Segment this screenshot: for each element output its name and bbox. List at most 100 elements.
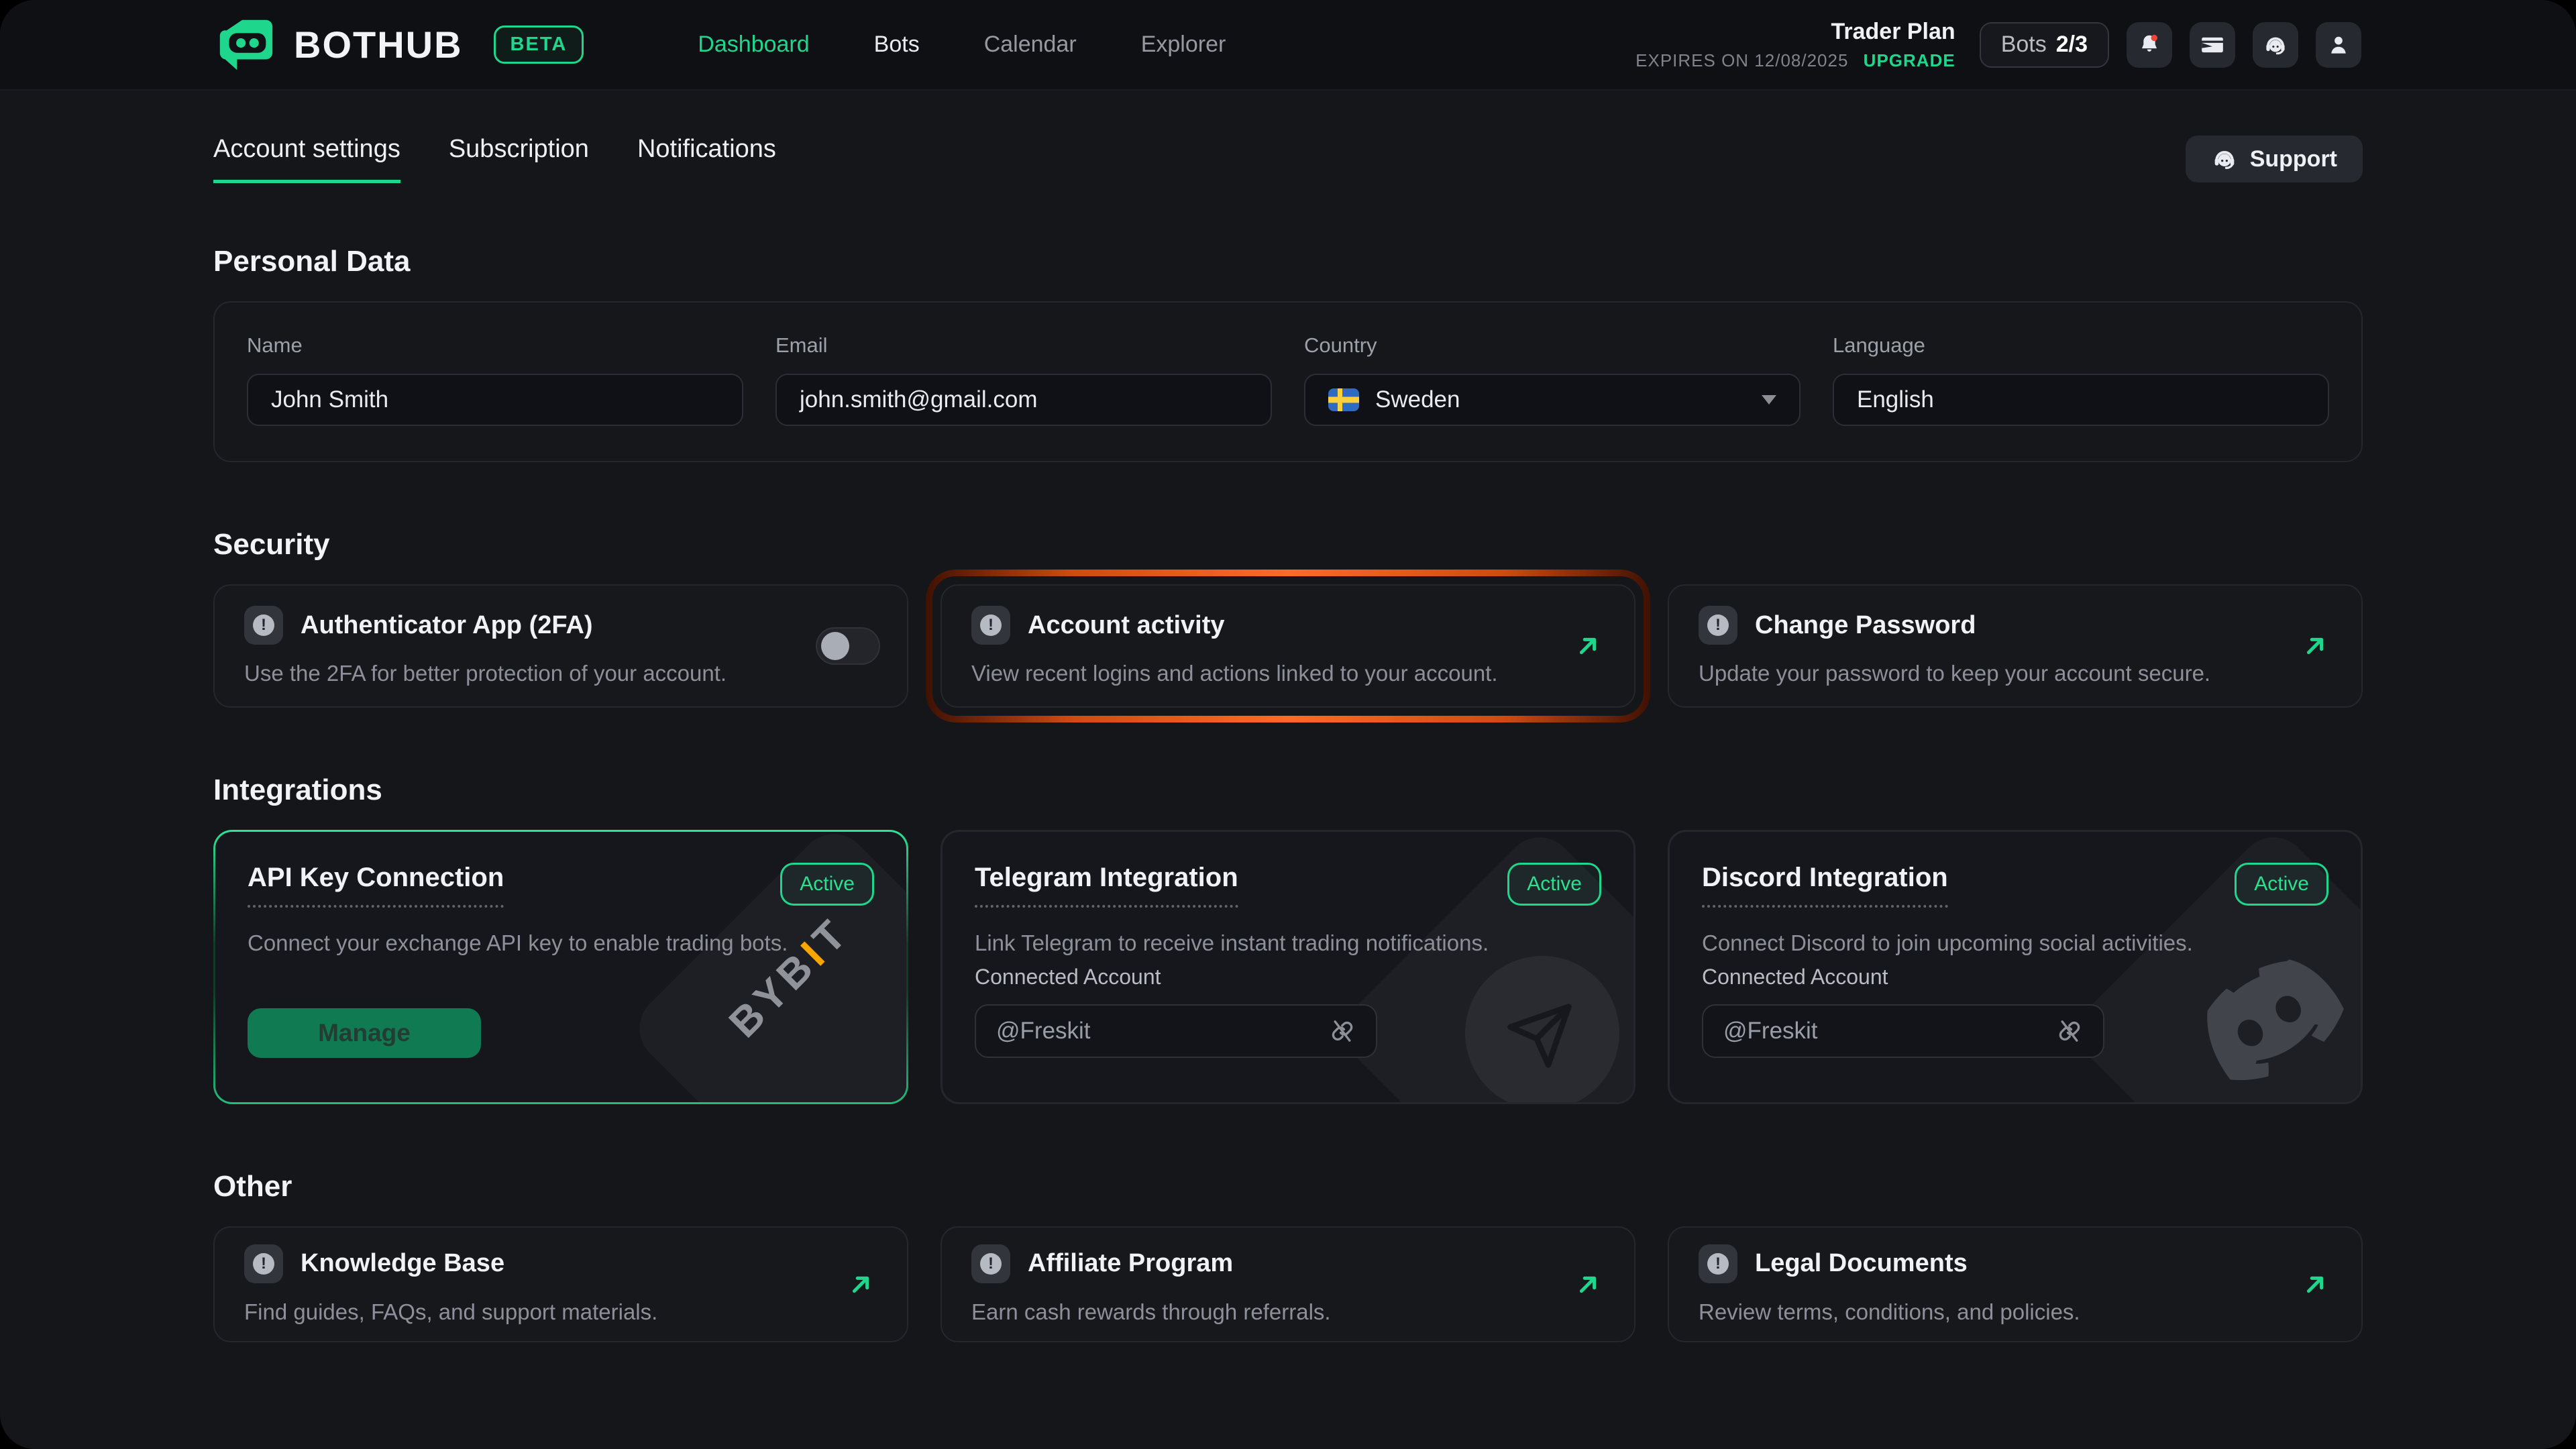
info-icon: ! [971, 606, 1010, 645]
card-description: Find guides, FAQs, and support materials… [244, 1299, 806, 1325]
email-label: Email [775, 333, 1272, 358]
email-value: john.smith@gmail.com [800, 386, 1038, 413]
header-right: Trader Plan EXPIRES ON 12/08/2025 UPGRAD… [1635, 19, 2361, 71]
connected-account-label: Connected Account [975, 965, 1601, 989]
plan-name: Trader Plan [1635, 19, 1955, 45]
status-badge: Active [2235, 863, 2328, 906]
settings-tabs: Account settings Subscription Notificati… [213, 135, 776, 183]
country-field-group: Country Sweden [1304, 333, 1801, 426]
plan-expiry: EXPIRES ON 12/08/2025 UPGRADE [1635, 50, 1955, 71]
language-field-group: Language English [1833, 333, 2329, 426]
connected-account-label: Connected Account [1702, 965, 2328, 989]
card-head: ! Affiliate Program [971, 1244, 1534, 1283]
info-icon: ! [971, 1244, 1010, 1283]
int-head: Telegram Integration Active [975, 863, 1601, 908]
telegram-account-input[interactable]: @Freskit [975, 1004, 1377, 1058]
card-head: ! Change Password [1699, 606, 2261, 645]
language-label: Language [1833, 333, 2329, 358]
wallet-button[interactable] [2190, 22, 2235, 68]
support-button[interactable]: Support [2186, 136, 2363, 182]
nav-bots[interactable]: Bots [874, 32, 920, 58]
card-description: Update your password to keep your accoun… [1699, 661, 2261, 686]
card-description: Link Telegram to receive instant trading… [975, 930, 1601, 956]
card-description: Review terms, conditions, and policies. [1699, 1299, 2261, 1325]
bots-counter-label: Bots [2001, 32, 2047, 58]
status-badge: Active [780, 863, 874, 906]
card-description: Connect Discord to join upcoming social … [1702, 930, 2328, 956]
language-value: English [1857, 386, 1934, 413]
discord-account-input[interactable]: @Freskit [1702, 1004, 2104, 1058]
arrow-up-right-icon[interactable] [1572, 631, 1603, 661]
tab-notifications[interactable]: Notifications [637, 135, 776, 183]
telegram-account-value: @Freskit [996, 1018, 1091, 1044]
bots-counter-value: 2/3 [2056, 32, 2088, 58]
app-window: BOTHUB BETA Dashboard Bots Calendar Expl… [0, 0, 2576, 1449]
integrations-grid: API Key Connection Active Connect your e… [213, 830, 2363, 1104]
card-title: Telegram Integration [975, 863, 1238, 908]
card-telegram-integration: Telegram Integration Active Link Telegra… [941, 830, 1635, 1104]
arrow-up-right-icon[interactable] [845, 1269, 876, 1300]
name-label: Name [247, 333, 743, 358]
headset-icon [2263, 32, 2288, 58]
info-icon: ! [244, 606, 283, 645]
personal-data-title: Personal Data [213, 245, 2363, 278]
card-legal-documents[interactable]: ! Legal Documents Review terms, conditio… [1668, 1226, 2363, 1342]
country-label: Country [1304, 333, 1801, 358]
int-head: API Key Connection Active [248, 863, 874, 908]
name-input[interactable]: John Smith [247, 374, 743, 426]
unlink-icon[interactable] [2056, 1018, 2083, 1044]
2fa-toggle[interactable] [816, 627, 880, 665]
wallet-icon [2200, 32, 2225, 58]
arrow-up-right-icon[interactable] [1572, 1269, 1603, 1300]
nav-explorer[interactable]: Explorer [1141, 32, 1226, 58]
card-discord-integration: Discord Integration Active Connect Disco… [1668, 830, 2363, 1104]
card-head: ! Authenticator App (2FA) [244, 606, 806, 645]
user-icon [2326, 32, 2351, 58]
unlink-icon[interactable] [1329, 1018, 1356, 1044]
card-api-key-connection: API Key Connection Active Connect your e… [213, 830, 908, 1104]
plan-info: Trader Plan EXPIRES ON 12/08/2025 UPGRAD… [1635, 19, 1955, 71]
name-value: John Smith [271, 386, 388, 413]
card-knowledge-base[interactable]: ! Knowledge Base Find guides, FAQs, and … [213, 1226, 908, 1342]
security-grid: ! Authenticator App (2FA) Use the 2FA fo… [213, 584, 2363, 708]
language-select[interactable]: English [1833, 374, 2329, 426]
upgrade-link[interactable]: UPGRADE [1864, 50, 1955, 70]
int-head: Discord Integration Active [1702, 863, 2328, 908]
card-title: Discord Integration [1702, 863, 1948, 908]
bell-icon [2137, 32, 2162, 58]
headset-icon [2211, 146, 2238, 172]
arrow-up-right-icon[interactable] [2300, 1269, 2330, 1300]
info-icon: ! [244, 1244, 283, 1283]
tab-subscription[interactable]: Subscription [449, 135, 589, 183]
nav-calendar[interactable]: Calendar [984, 32, 1077, 58]
card-description: Connect your exchange API key to enable … [248, 930, 874, 956]
country-select[interactable]: Sweden [1304, 374, 1801, 426]
tab-account-settings[interactable]: Account settings [213, 135, 400, 183]
robot-logo-icon [213, 13, 276, 76]
top-header: BOTHUB BETA Dashboard Bots Calendar Expl… [0, 0, 2576, 91]
country-value: Sweden [1375, 386, 1460, 413]
main-content: Account settings Subscription Notificati… [0, 135, 2576, 1342]
bots-counter[interactable]: Bots 2/3 [1980, 22, 2109, 68]
notifications-button[interactable] [2127, 22, 2172, 68]
bothub-logo[interactable]: BOTHUB BETA [213, 13, 584, 76]
other-grid: ! Knowledge Base Find guides, FAQs, and … [213, 1226, 2363, 1342]
manage-button[interactable]: Manage [248, 1008, 481, 1058]
email-field[interactable]: john.smith@gmail.com [775, 374, 1272, 426]
nav-dashboard[interactable]: Dashboard [698, 32, 809, 58]
info-icon: ! [1699, 1244, 1737, 1283]
arrow-up-right-icon[interactable] [2300, 631, 2330, 661]
card-affiliate-program[interactable]: ! Affiliate Program Earn cash rewards th… [941, 1226, 1635, 1342]
profile-button[interactable] [2316, 22, 2361, 68]
integrations-title: Integrations [213, 773, 2363, 807]
card-change-password[interactable]: ! Change Password Update your password t… [1668, 584, 2363, 708]
support-headset-button[interactable] [2253, 22, 2298, 68]
card-description: View recent logins and actions linked to… [971, 661, 1534, 686]
card-title: Account activity [1028, 611, 1225, 640]
logo-text: BOTHUB [294, 23, 463, 66]
card-account-activity[interactable]: ! Account activity View recent logins an… [941, 584, 1635, 708]
info-icon: ! [1699, 606, 1737, 645]
tabs-row: Account settings Subscription Notificati… [213, 135, 2363, 183]
connected-account-block: Connected Account @Freskit [975, 965, 1601, 1058]
card-title: API Key Connection [248, 863, 504, 908]
